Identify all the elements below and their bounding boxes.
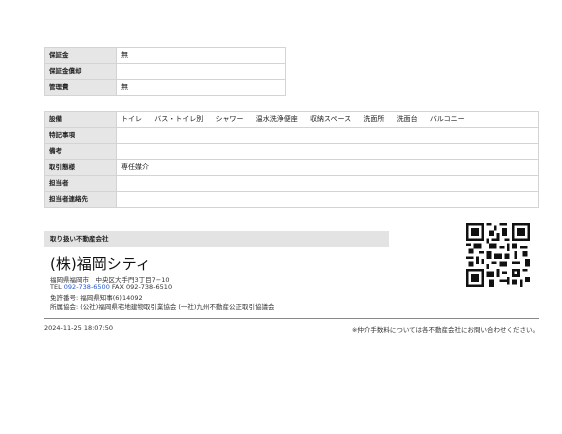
- tel-link[interactable]: 092-738-6500: [64, 283, 110, 291]
- row-value: [116, 127, 539, 144]
- associations: 所属協会: (公社)福岡県宅地建物取引業協会 (一社)九州不動産公正取引協議会: [50, 303, 275, 311]
- row-value: 無: [116, 47, 286, 64]
- equipment-label: 設備: [44, 111, 117, 128]
- equipment-item: トイレ: [121, 115, 142, 123]
- contact-line: TEL 092-738-6500 FAX 092-738-6510: [50, 283, 172, 291]
- row-value: [116, 63, 286, 80]
- agent-section-header: 取り扱い不動産会社: [44, 231, 389, 247]
- table-row: 管理費 無: [44, 79, 286, 96]
- commission-note: ※仲介手数料については各不動産会社にお問い合わせください。: [351, 326, 539, 334]
- company-name: (株)福岡シティ: [50, 255, 151, 273]
- table-row: 担当者: [44, 175, 539, 192]
- row-label: 保証金償却: [44, 63, 117, 80]
- row-label: 取引態様: [44, 159, 117, 176]
- table-row: 担当者連絡先: [44, 191, 539, 208]
- fax-label: FAX: [111, 283, 124, 291]
- table-row: 備考: [44, 143, 539, 160]
- equipment-item: バス・トイレ別: [154, 115, 204, 123]
- table-row: 保証金 無: [44, 47, 286, 64]
- tel-label: TEL: [50, 283, 62, 291]
- equipment-item: シャワー: [215, 115, 244, 123]
- row-value: [116, 143, 539, 160]
- equipment-item: バルコニー: [429, 115, 465, 123]
- row-value: [116, 175, 539, 192]
- row-label: 担当者連絡先: [44, 191, 117, 208]
- details-table: 設備 トイレ バス・トイレ別 シャワー 温水洗浄便座 収納スペース 洗面所 洗面…: [44, 111, 539, 208]
- table-row: 設備 トイレ バス・トイレ別 シャワー 温水洗浄便座 収納スペース 洗面所 洗面…: [44, 111, 539, 128]
- equipment-item: 温水洗浄便座: [255, 115, 298, 123]
- equipment-item: 洗面所: [363, 115, 385, 123]
- row-label: 備考: [44, 143, 117, 160]
- print-timestamp: 2024-11-25 18:07:50: [44, 324, 114, 332]
- fax-number: 092-738-6510: [126, 283, 173, 291]
- row-label: 特記事項: [44, 127, 117, 144]
- equipment-list: トイレ バス・トイレ別 シャワー 温水洗浄便座 収納スペース 洗面所 洗面台 バ…: [116, 111, 539, 128]
- row-label: 担当者: [44, 175, 117, 192]
- row-value: 無: [116, 79, 286, 96]
- table-row: 取引態様 専任媒介: [44, 159, 539, 176]
- table-row: 特記事項: [44, 127, 539, 144]
- footer-divider: [44, 318, 539, 319]
- row-label: 管理費: [44, 79, 117, 96]
- row-label: 保証金: [44, 47, 117, 64]
- qr-code-icon: [466, 223, 530, 287]
- row-value: 専任媒介: [116, 159, 539, 176]
- row-value: [116, 191, 539, 208]
- table-row: 保証金償却: [44, 63, 286, 80]
- fee-table: 保証金 無 保証金償却 管理費 無: [44, 47, 286, 96]
- equipment-item: 洗面台: [396, 115, 418, 123]
- equipment-item: 収納スペース: [309, 115, 352, 123]
